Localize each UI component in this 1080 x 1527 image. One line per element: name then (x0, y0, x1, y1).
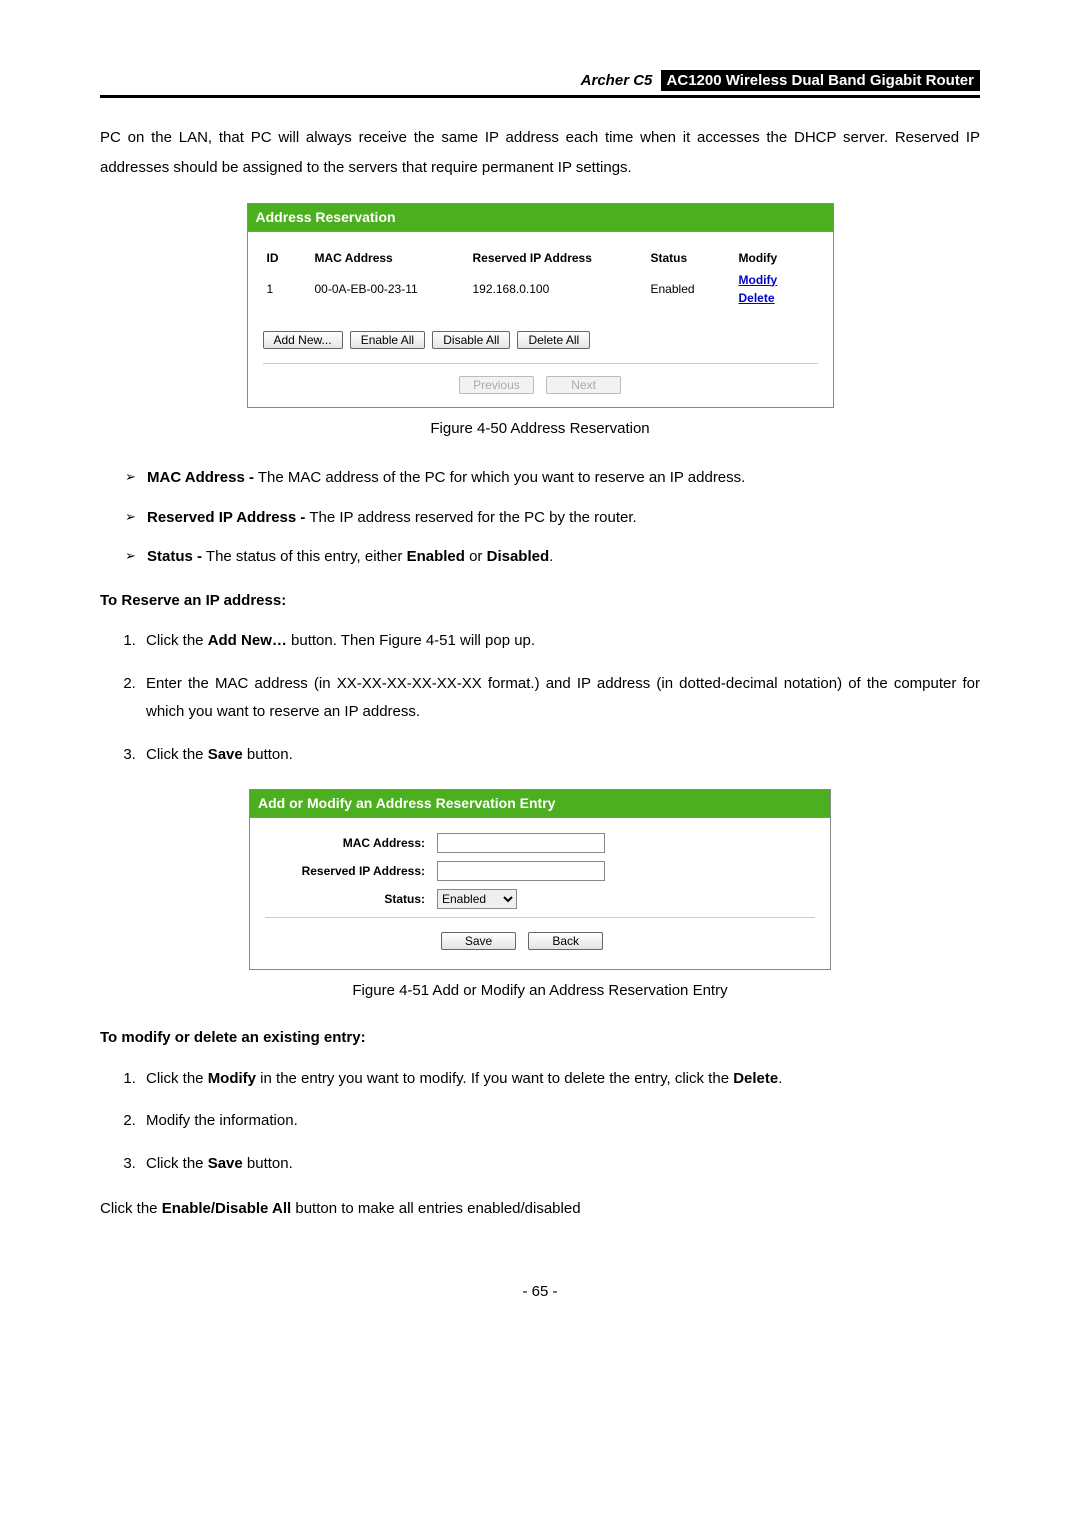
list-item: Status - The status of this entry, eithe… (125, 544, 980, 570)
panel-title: Address Reservation (248, 204, 833, 232)
footer-paragraph: Click the Enable/Disable All button to m… (100, 1198, 980, 1221)
table-row: 1 00-0A-EB-00-23-11 192.168.0.100 Enable… (263, 269, 818, 309)
list-item: Modify the information. (140, 1107, 980, 1136)
cell-mac: 00-0A-EB-00-23-11 (311, 269, 469, 309)
definition: The MAC address of the PC for which you … (254, 469, 745, 486)
definition: The IP address reserved for the PC by th… (305, 509, 636, 526)
modify-link[interactable]: Modify (739, 273, 778, 287)
col-mac: MAC Address (311, 247, 469, 269)
col-modify: Modify (735, 247, 818, 269)
term: MAC Address - (147, 469, 254, 486)
modify-steps: Click the Modify in the entry you want t… (100, 1065, 980, 1179)
section-heading-modify: To modify or delete an existing entry: (100, 1027, 980, 1050)
section-heading-reserve: To Reserve an IP address: (100, 590, 980, 613)
term: Reserved IP Address - (147, 509, 305, 526)
reserve-steps: Click the Add New… button. Then Figure 4… (100, 627, 980, 769)
previous-button[interactable]: Previous (459, 376, 534, 394)
add-new-button[interactable]: Add New... (263, 331, 343, 349)
figure-caption-2: Figure 4-51 Add or Modify an Address Res… (100, 980, 980, 1003)
list-item: Click the Modify in the entry you want t… (140, 1065, 980, 1094)
cell-id: 1 (263, 269, 311, 309)
cell-status: Enabled (647, 269, 735, 309)
form-row-mac: MAC Address: (265, 833, 815, 853)
list-item: Click the Save button. (140, 741, 980, 770)
term: Status - (147, 548, 202, 565)
product-label: AC1200 Wireless Dual Band Gigabit Router (661, 70, 980, 91)
delete-all-button[interactable]: Delete All (517, 331, 590, 349)
panel-title: Add or Modify an Address Reservation Ent… (250, 790, 830, 818)
reservation-table: ID MAC Address Reserved IP Address Statu… (263, 247, 818, 309)
mac-input[interactable] (437, 833, 605, 853)
figure-caption-1: Figure 4-50 Address Reservation (100, 418, 980, 441)
col-ip: Reserved IP Address (469, 247, 647, 269)
enable-all-button[interactable]: Enable All (350, 331, 425, 349)
ip-label: Reserved IP Address: (265, 862, 437, 880)
form-row-ip: Reserved IP Address: (265, 861, 815, 881)
add-modify-panel: Add or Modify an Address Reservation Ent… (249, 789, 831, 970)
ip-input[interactable] (437, 861, 605, 881)
status-label: Status: (265, 890, 437, 908)
list-item: Enter the MAC address (in XX-XX-XX-XX-XX… (140, 670, 980, 727)
list-item: Click the Add New… button. Then Figure 4… (140, 627, 980, 656)
mac-label: MAC Address: (265, 834, 437, 852)
form-row-status: Status: Enabled (265, 889, 815, 909)
status-select[interactable]: Enabled (437, 889, 517, 909)
save-button[interactable]: Save (441, 932, 516, 950)
cell-ip: 192.168.0.100 (469, 269, 647, 309)
col-status: Status (647, 247, 735, 269)
page-number: - 65 - (100, 1281, 980, 1304)
action-button-row: Add New... Enable All Disable All Delete… (263, 329, 818, 352)
definition-list: MAC Address - The MAC address of the PC … (100, 465, 980, 570)
list-item: Reserved IP Address - The IP address res… (125, 505, 980, 531)
page-header: Archer C5 AC1200 Wireless Dual Band Giga… (100, 70, 980, 98)
address-reservation-panel: Address Reservation ID MAC Address Reser… (247, 203, 834, 408)
form-button-row: Save Back (265, 917, 815, 959)
nav-button-row: Previous Next (263, 363, 818, 397)
list-item: Click the Save button. (140, 1150, 980, 1179)
col-id: ID (263, 247, 311, 269)
delete-link[interactable]: Delete (739, 291, 775, 305)
back-button[interactable]: Back (528, 932, 603, 950)
model-label: Archer C5 (581, 72, 653, 89)
list-item: MAC Address - The MAC address of the PC … (125, 465, 980, 491)
next-button[interactable]: Next (546, 376, 621, 394)
table-header-row: ID MAC Address Reserved IP Address Statu… (263, 247, 818, 269)
disable-all-button[interactable]: Disable All (432, 331, 510, 349)
intro-paragraph: PC on the LAN, that PC will always recei… (100, 123, 980, 183)
